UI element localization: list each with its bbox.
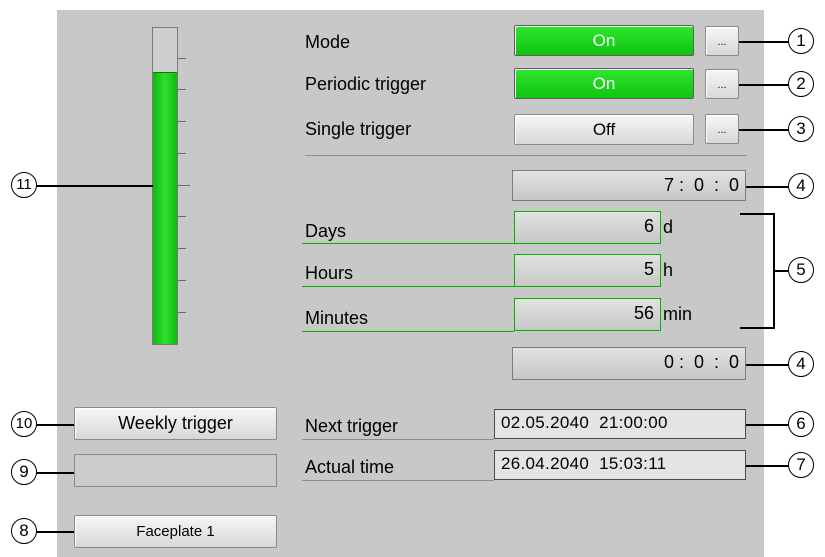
bar-tick xyxy=(178,58,186,59)
hours-label: Hours xyxy=(305,263,354,283)
callout-1: 1 xyxy=(788,28,814,54)
hours-unit: h xyxy=(663,260,674,280)
bar-tick xyxy=(178,216,186,217)
actual-time-value: 26.04.2040 15:03:11 xyxy=(494,450,746,480)
callout-line xyxy=(773,270,789,272)
callout-2: 2 xyxy=(788,71,814,97)
bar-tick xyxy=(178,185,190,186)
bracket-top xyxy=(740,213,774,215)
bar-tick xyxy=(178,248,186,249)
periodic-trigger-state-button[interactable]: On xyxy=(514,68,694,99)
periodic-trigger-label: Periodic trigger xyxy=(305,74,427,94)
actual-time-label: Actual time xyxy=(305,457,395,477)
next-trigger-value: 02.05.2040 21:00:00 xyxy=(494,409,746,439)
callout-5: 5 xyxy=(788,257,814,283)
next-trigger-label: Next trigger xyxy=(305,416,399,436)
callout-6: 6 xyxy=(788,411,814,437)
periodic-trigger-dialog-button[interactable]: ... xyxy=(705,69,739,99)
hours-input[interactable]: 5 xyxy=(514,254,661,287)
hours-underline xyxy=(302,286,514,287)
callout-line xyxy=(746,364,789,366)
minutes-label: Minutes xyxy=(305,308,369,328)
bar-tick xyxy=(178,121,186,122)
minutes-underline xyxy=(302,331,514,332)
minutes-input[interactable]: 56 xyxy=(514,298,661,331)
callout-3: 3 xyxy=(788,116,814,142)
callout-9: 9 xyxy=(11,459,37,485)
weekly-trigger-button[interactable]: Weekly trigger xyxy=(74,407,277,440)
callout-8: 8 xyxy=(11,518,37,544)
actual-time-underline xyxy=(302,480,494,481)
callout-line xyxy=(746,424,789,426)
next-trigger-underline xyxy=(302,439,494,440)
bar-tick xyxy=(178,89,186,90)
period-time-field[interactable]: 7 : 0 : 0 xyxy=(512,170,746,201)
bar-graph-fill xyxy=(153,72,177,344)
callout-line xyxy=(746,186,789,188)
callout-line xyxy=(36,424,74,426)
callout-4: 4 xyxy=(788,173,814,199)
callout-4b: 4 xyxy=(788,351,814,377)
minutes-unit: min xyxy=(663,304,693,324)
days-label: Days xyxy=(305,221,347,241)
single-trigger-state-button[interactable]: Off xyxy=(514,114,694,145)
callout-line xyxy=(36,531,74,533)
mode-state-button[interactable]: On xyxy=(514,25,694,56)
callout-line xyxy=(739,41,789,43)
empty-status-field xyxy=(74,454,277,487)
faceplate-button[interactable]: Faceplate 1 xyxy=(74,515,277,548)
callout-line xyxy=(36,185,153,187)
callout-10: 10 xyxy=(11,411,37,437)
callout-7: 7 xyxy=(788,452,814,478)
bar-tick xyxy=(178,153,186,154)
bar-tick xyxy=(178,312,186,313)
days-input[interactable]: 6 xyxy=(514,211,661,244)
bar-graph xyxy=(152,27,178,345)
separator xyxy=(305,155,747,156)
bar-tick xyxy=(178,280,186,281)
callout-11: 11 xyxy=(11,172,37,198)
callout-line xyxy=(739,84,789,86)
single-trigger-dialog-button[interactable]: ... xyxy=(705,114,739,144)
callout-line xyxy=(746,465,789,467)
days-underline xyxy=(302,243,514,244)
callout-line xyxy=(739,129,789,131)
days-unit: d xyxy=(663,217,674,237)
mode-label: Mode xyxy=(305,32,351,52)
mode-dialog-button[interactable]: ... xyxy=(705,26,739,56)
bracket-bottom xyxy=(740,327,774,329)
single-trigger-label: Single trigger xyxy=(305,119,412,139)
offset-time-field[interactable]: 0 : 0 : 0 xyxy=(512,347,746,380)
callout-line xyxy=(36,472,74,474)
